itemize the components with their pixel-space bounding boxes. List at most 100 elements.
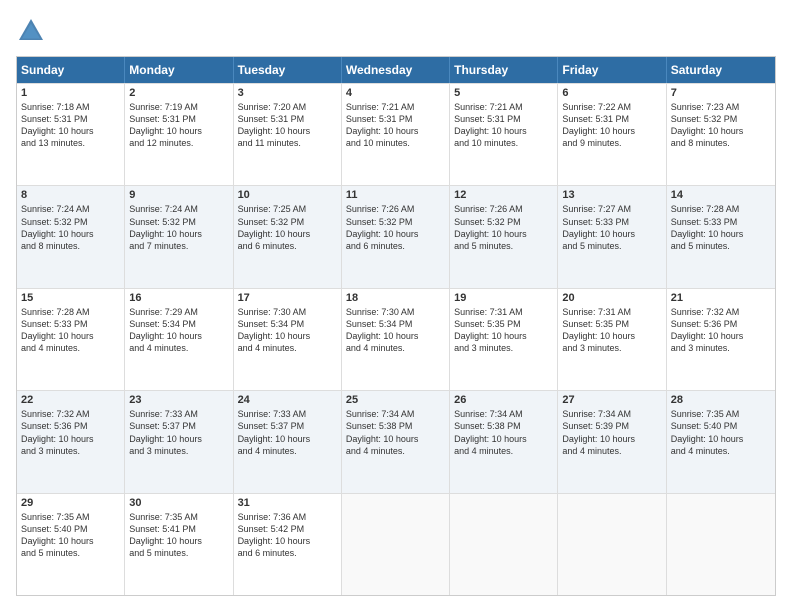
- calendar-row: 15Sunrise: 7:28 AM Sunset: 5:33 PM Dayli…: [17, 288, 775, 390]
- day-number: 18: [346, 292, 445, 304]
- cell-info: Sunrise: 7:32 AM Sunset: 5:36 PM Dayligh…: [21, 408, 120, 457]
- weekday-monday: Monday: [125, 57, 233, 83]
- day-number: 7: [671, 87, 771, 99]
- day-number: 26: [454, 394, 553, 406]
- day-number: 19: [454, 292, 553, 304]
- empty-cell: [342, 494, 450, 595]
- cell-info: Sunrise: 7:35 AM Sunset: 5:41 PM Dayligh…: [129, 511, 228, 560]
- day-number: 16: [129, 292, 228, 304]
- calendar-row: 1Sunrise: 7:18 AM Sunset: 5:31 PM Daylig…: [17, 83, 775, 185]
- day-number: 29: [21, 497, 120, 509]
- calendar-cell: 15Sunrise: 7:28 AM Sunset: 5:33 PM Dayli…: [17, 289, 125, 390]
- cell-info: Sunrise: 7:33 AM Sunset: 5:37 PM Dayligh…: [129, 408, 228, 457]
- cell-info: Sunrise: 7:20 AM Sunset: 5:31 PM Dayligh…: [238, 101, 337, 150]
- calendar-cell: 13Sunrise: 7:27 AM Sunset: 5:33 PM Dayli…: [558, 186, 666, 287]
- cell-info: Sunrise: 7:28 AM Sunset: 5:33 PM Dayligh…: [671, 203, 771, 252]
- calendar-row: 29 Sunrise: 7:35 AM Sunset: 5:40 PM Dayli…: [17, 493, 775, 595]
- cell-info: Sunrise: 7:30 AM Sunset: 5:34 PM Dayligh…: [238, 306, 337, 355]
- calendar-cell: 27 Sunrise: 7:34 AM Sunset: 5:39 PM Dayli…: [558, 391, 666, 492]
- day-number: 3: [238, 87, 337, 99]
- day-number: 6: [562, 87, 661, 99]
- calendar-cell: 5 Sunrise: 7:21 AM Sunset: 5:31 PM Daylig…: [450, 84, 558, 185]
- day-number: 20: [562, 292, 661, 304]
- day-number: 11: [346, 189, 445, 201]
- day-number: 9: [129, 189, 228, 201]
- cell-info: Sunrise: 7:35 AM Sunset: 5:40 PM Dayligh…: [671, 408, 771, 457]
- calendar-cell: 25 Sunrise: 7:34 AM Sunset: 5:38 PM Dayli…: [342, 391, 450, 492]
- calendar-cell: 1Sunrise: 7:18 AM Sunset: 5:31 PM Daylig…: [17, 84, 125, 185]
- cell-info: Sunrise: 7:21 AM Sunset: 5:31 PM Dayligh…: [454, 101, 553, 150]
- calendar-cell: 18 Sunrise: 7:30 AM Sunset: 5:34 PM Dayli…: [342, 289, 450, 390]
- weekday-friday: Friday: [558, 57, 666, 83]
- calendar-cell: 23Sunrise: 7:33 AM Sunset: 5:37 PM Dayli…: [125, 391, 233, 492]
- calendar-cell: 11 Sunrise: 7:26 AM Sunset: 5:32 PM Dayli…: [342, 186, 450, 287]
- calendar-cell: 8 Sunrise: 7:24 AM Sunset: 5:32 PM Daylig…: [17, 186, 125, 287]
- day-number: 27: [562, 394, 661, 406]
- day-number: 30: [129, 497, 228, 509]
- cell-info: Sunrise: 7:35 AM Sunset: 5:40 PM Dayligh…: [21, 511, 120, 560]
- calendar-cell: 2 Sunrise: 7:19 AM Sunset: 5:31 PM Daylig…: [125, 84, 233, 185]
- calendar-row: 22 Sunrise: 7:32 AM Sunset: 5:36 PM Dayli…: [17, 390, 775, 492]
- cell-info: Sunrise: 7:36 AM Sunset: 5:42 PM Dayligh…: [238, 511, 337, 560]
- cell-info: Sunrise: 7:26 AM Sunset: 5:32 PM Dayligh…: [454, 203, 553, 252]
- calendar-cell: 14 Sunrise: 7:28 AM Sunset: 5:33 PM Dayli…: [667, 186, 775, 287]
- empty-cell: [667, 494, 775, 595]
- cell-info: Sunrise: 7:27 AM Sunset: 5:33 PM Dayligh…: [562, 203, 661, 252]
- calendar-cell: 30 Sunrise: 7:35 AM Sunset: 5:41 PM Dayli…: [125, 494, 233, 595]
- day-number: 28: [671, 394, 771, 406]
- cell-info: Sunrise: 7:24 AM Sunset: 5:32 PM Dayligh…: [21, 203, 120, 252]
- day-number: 17: [238, 292, 337, 304]
- cell-info: Sunrise: 7:34 AM Sunset: 5:39 PM Dayligh…: [562, 408, 661, 457]
- cell-info: Sunrise: 7:26 AM Sunset: 5:32 PM Dayligh…: [346, 203, 445, 252]
- cell-info: Sunrise: 7:28 AM Sunset: 5:33 PM Dayligh…: [21, 306, 120, 355]
- logo-icon: [16, 16, 46, 46]
- weekday-tuesday: Tuesday: [234, 57, 342, 83]
- cell-info: Sunrise: 7:30 AM Sunset: 5:34 PM Dayligh…: [346, 306, 445, 355]
- calendar-cell: 20 Sunrise: 7:31 AM Sunset: 5:35 PM Dayli…: [558, 289, 666, 390]
- calendar-cell: 3 Sunrise: 7:20 AM Sunset: 5:31 PM Daylig…: [234, 84, 342, 185]
- calendar-body: 1Sunrise: 7:18 AM Sunset: 5:31 PM Daylig…: [17, 83, 775, 595]
- weekday-thursday: Thursday: [450, 57, 558, 83]
- cell-info: Sunrise: 7:25 AM Sunset: 5:32 PM Dayligh…: [238, 203, 337, 252]
- day-number: 25: [346, 394, 445, 406]
- day-number: 8: [21, 189, 120, 201]
- calendar-cell: 7 Sunrise: 7:23 AM Sunset: 5:32 PM Daylig…: [667, 84, 775, 185]
- calendar-cell: 16Sunrise: 7:29 AM Sunset: 5:34 PM Dayli…: [125, 289, 233, 390]
- calendar-cell: 28 Sunrise: 7:35 AM Sunset: 5:40 PM Dayli…: [667, 391, 775, 492]
- cell-info: Sunrise: 7:34 AM Sunset: 5:38 PM Dayligh…: [346, 408, 445, 457]
- calendar: Sunday Monday Tuesday Wednesday Thursday…: [16, 56, 776, 596]
- calendar-cell: 6 Sunrise: 7:22 AM Sunset: 5:31 PM Daylig…: [558, 84, 666, 185]
- calendar-cell: 21Sunrise: 7:32 AM Sunset: 5:36 PM Dayli…: [667, 289, 775, 390]
- cell-info: Sunrise: 7:23 AM Sunset: 5:32 PM Dayligh…: [671, 101, 771, 150]
- cell-info: Sunrise: 7:19 AM Sunset: 5:31 PM Dayligh…: [129, 101, 228, 150]
- calendar-cell: 4Sunrise: 7:21 AM Sunset: 5:31 PM Daylig…: [342, 84, 450, 185]
- calendar-cell: 12 Sunrise: 7:26 AM Sunset: 5:32 PM Dayli…: [450, 186, 558, 287]
- calendar-cell: 31 Sunrise: 7:36 AM Sunset: 5:42 PM Dayli…: [234, 494, 342, 595]
- cell-info: Sunrise: 7:31 AM Sunset: 5:35 PM Dayligh…: [454, 306, 553, 355]
- day-number: 14: [671, 189, 771, 201]
- day-number: 12: [454, 189, 553, 201]
- day-number: 10: [238, 189, 337, 201]
- cell-info: Sunrise: 7:21 AM Sunset: 5:31 PM Dayligh…: [346, 101, 445, 150]
- cell-info: Sunrise: 7:34 AM Sunset: 5:38 PM Dayligh…: [454, 408, 553, 457]
- cell-info: Sunrise: 7:31 AM Sunset: 5:35 PM Dayligh…: [562, 306, 661, 355]
- day-number: 5: [454, 87, 553, 99]
- weekday-saturday: Saturday: [667, 57, 775, 83]
- calendar-cell: 19 Sunrise: 7:31 AM Sunset: 5:35 PM Dayli…: [450, 289, 558, 390]
- logo: [16, 16, 50, 46]
- day-number: 24: [238, 394, 337, 406]
- cell-info: Sunrise: 7:33 AM Sunset: 5:37 PM Dayligh…: [238, 408, 337, 457]
- calendar-cell: 24 Sunrise: 7:33 AM Sunset: 5:37 PM Dayli…: [234, 391, 342, 492]
- day-number: 31: [238, 497, 337, 509]
- calendar-cell: 17 Sunrise: 7:30 AM Sunset: 5:34 PM Dayli…: [234, 289, 342, 390]
- empty-cell: [558, 494, 666, 595]
- calendar-cell: 29 Sunrise: 7:35 AM Sunset: 5:40 PM Dayli…: [17, 494, 125, 595]
- page: Sunday Monday Tuesday Wednesday Thursday…: [0, 0, 792, 612]
- cell-info: Sunrise: 7:22 AM Sunset: 5:31 PM Dayligh…: [562, 101, 661, 150]
- day-number: 22: [21, 394, 120, 406]
- calendar-cell: 9Sunrise: 7:24 AM Sunset: 5:32 PM Daylig…: [125, 186, 233, 287]
- day-number: 2: [129, 87, 228, 99]
- calendar-header: Sunday Monday Tuesday Wednesday Thursday…: [17, 57, 775, 83]
- calendar-cell: 26 Sunrise: 7:34 AM Sunset: 5:38 PM Dayli…: [450, 391, 558, 492]
- weekday-wednesday: Wednesday: [342, 57, 450, 83]
